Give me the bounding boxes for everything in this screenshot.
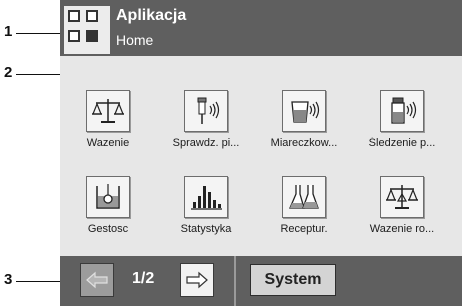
tracking-vial-icon xyxy=(380,90,424,132)
callout-2: 2 xyxy=(4,64,13,81)
app-gestosc[interactable]: Gestosc xyxy=(63,176,153,235)
balance-screen: Aplikacja Home Wazenie Sprawdz. pi... Mi… xyxy=(60,0,462,306)
footer-navigation: 1/2 System xyxy=(60,256,462,306)
app-logo-icon xyxy=(64,6,110,54)
app-grid: Wazenie Sprawdz. pi... Miareczkow... Śle… xyxy=(60,56,462,256)
app-label: Śledzenie p... xyxy=(368,137,436,149)
app-label: Statystyka xyxy=(180,223,232,235)
titration-beaker-icon xyxy=(282,90,326,132)
app-statystyka[interactable]: Statystyka xyxy=(161,176,251,235)
app-label: Wazenie xyxy=(86,137,130,149)
app-sledzenie[interactable]: Śledzenie p... xyxy=(357,90,447,149)
balance-icon xyxy=(86,90,130,132)
app-label: Miareczkow... xyxy=(270,137,338,149)
page-indicator: 1/2 xyxy=(132,270,155,287)
left-arrow-icon xyxy=(86,271,108,289)
differential-balance-icon xyxy=(380,176,424,218)
app-label: Sprawdz. pi... xyxy=(172,137,240,149)
header-subtitle: Home xyxy=(116,32,154,48)
pipette-check-icon xyxy=(184,90,228,132)
header-title: Aplikacja xyxy=(116,7,187,24)
callout-3: 3 xyxy=(4,271,13,288)
prev-page-button[interactable] xyxy=(80,263,114,297)
app-wazenie[interactable]: Wazenie xyxy=(63,90,153,149)
recipe-flasks-icon xyxy=(282,176,326,218)
system-button[interactable]: System xyxy=(250,264,336,296)
right-arrow-icon xyxy=(186,271,208,289)
app-miareczkowanie[interactable]: Miareczkow... xyxy=(259,90,349,149)
density-icon xyxy=(86,176,130,218)
app-label: Wazenie ro... xyxy=(369,223,435,235)
app-sprawdz-pipet[interactable]: Sprawdz. pi... xyxy=(161,90,251,149)
header: Aplikacja Home xyxy=(60,0,462,56)
app-label: Gestosc xyxy=(87,223,129,235)
statistics-bars-icon xyxy=(184,176,228,218)
footer-divider xyxy=(234,256,236,306)
callout-1: 1 xyxy=(4,23,13,40)
app-label: Receptur. xyxy=(280,223,328,235)
app-receptur[interactable]: Receptur. xyxy=(259,176,349,235)
next-page-button[interactable] xyxy=(180,263,214,297)
app-wazenie-roznicowe[interactable]: Wazenie ro... xyxy=(357,176,447,235)
